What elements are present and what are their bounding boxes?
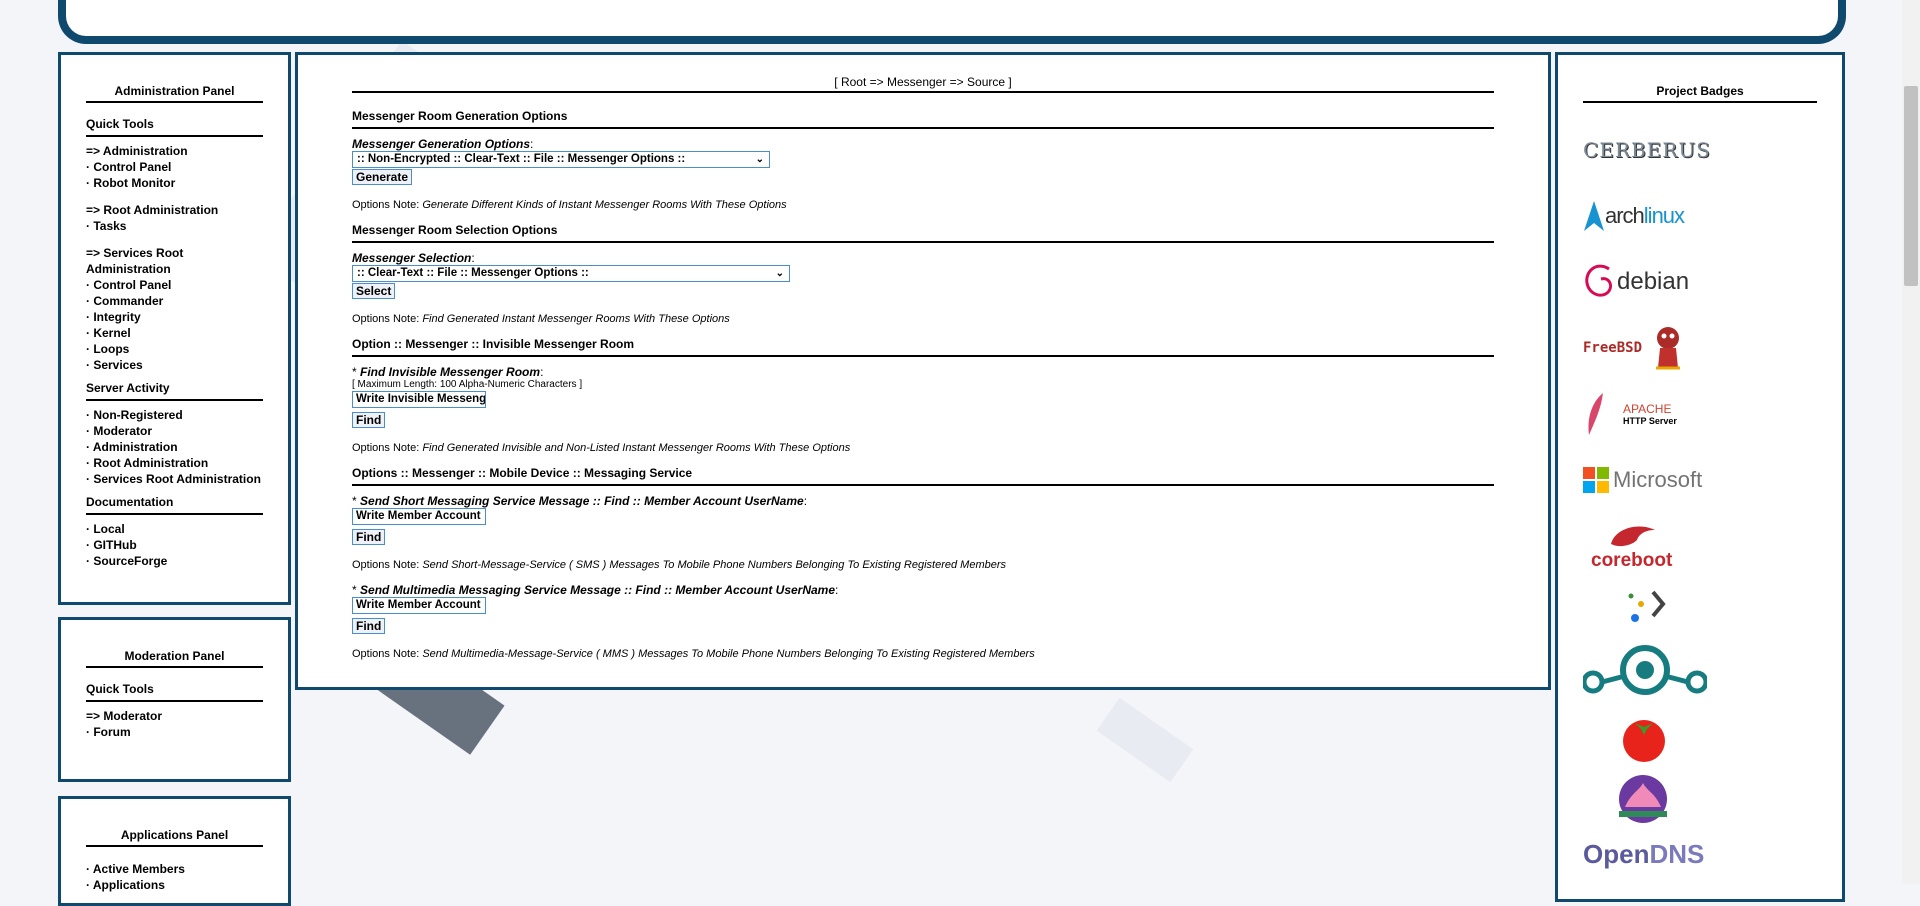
freebsd-daemon-icon — [1656, 327, 1681, 370]
selection-label: Messenger Selection: — [352, 251, 475, 265]
nav-root-administration[interactable]: => Root Administration — [86, 202, 263, 218]
microsoft-squares-icon — [1583, 467, 1609, 493]
nav-moderator[interactable]: => Moderator — [86, 708, 263, 724]
cerberus-logo[interactable]: CERBERUS — [1583, 117, 1817, 183]
mms-username-input[interactable]: Write Member Account — [352, 597, 486, 614]
arch-triangle-icon — [1584, 201, 1604, 231]
prompt-chevron-icon — [1628, 590, 1666, 622]
tomato-logo[interactable] — [1583, 707, 1817, 769]
nav-non-registered[interactable]: · Non-Registered — [86, 407, 263, 423]
selection-select[interactable]: :: Clear-Text :: File :: Messenger Optio… — [352, 265, 790, 282]
nav-loops[interactable]: · Loops — [86, 341, 263, 357]
apache-feather-icon — [1588, 393, 1603, 435]
chevron-down-icon: ⌄ — [755, 154, 764, 165]
administration-panel: Administration Panel Quick Tools => Admi… — [58, 52, 291, 605]
sms-note: Options Note: Send Short-Message-Service… — [352, 559, 1007, 571]
generation-select[interactable]: :: Non-Encrypted :: Clear-Text :: File :… — [352, 151, 770, 168]
selection-note: Options Note: Find Generated Instant Mes… — [352, 313, 730, 325]
panel-title: Project Badges — [1583, 84, 1817, 103]
panel-title: Applications Panel — [86, 828, 263, 847]
archlinux-logo[interactable]: arch linux — [1583, 183, 1817, 249]
site-banner — [58, 0, 1846, 44]
invisible-hint: [ Maximum Length: 100 Alpha-Numeric Char… — [352, 379, 583, 390]
scrollbar-thumb[interactable] — [1904, 86, 1918, 286]
selection-heading: Messenger Room Selection Options — [352, 223, 1494, 243]
nav-active-members[interactable]: · Active Members — [86, 861, 263, 877]
invisible-note: Options Note: Find Generated Invisible a… — [352, 442, 851, 454]
nav-services-control-panel[interactable]: · Control Panel — [86, 277, 263, 293]
coreboot-logo[interactable]: coreboot — [1583, 513, 1817, 579]
nav-services[interactable]: · Services — [86, 357, 263, 373]
generation-note: Options Note: Generate Different Kinds o… — [352, 199, 787, 211]
lineage-rings-icon — [1583, 645, 1707, 695]
generate-button[interactable]: Generate — [352, 169, 413, 185]
section-heading-quick-tools: Quick Tools — [86, 117, 263, 137]
nav-sourceforge[interactable]: · SourceForge — [86, 553, 263, 569]
section-heading-server-activity: Server Activity — [86, 381, 263, 401]
section-heading-documentation: Documentation — [86, 495, 263, 515]
find-sms-button[interactable]: Find — [352, 529, 386, 545]
chevron-down-icon: ⌄ — [775, 268, 784, 279]
nav-services-root-administration[interactable]: => Services Root Administration — [86, 245, 263, 277]
select-button[interactable]: Select — [352, 283, 396, 299]
invisible-label: * Find Invisible Messenger Room: — [352, 365, 544, 379]
lotus-logo[interactable] — [1583, 769, 1817, 831]
nav-local[interactable]: · Local — [86, 521, 263, 537]
background-shard — [1096, 697, 1194, 783]
opendns-logo[interactable]: Open DNS — [1583, 831, 1817, 877]
mms-note: Options Note: Send Multimedia-Message-Se… — [352, 648, 1035, 660]
nav-github[interactable]: · GITHub — [86, 537, 263, 553]
prompt-logo[interactable] — [1583, 579, 1817, 635]
apache-logo[interactable]: APACHE HTTP Server — [1583, 381, 1817, 447]
nav-control-panel[interactable]: · Control Panel — [86, 159, 263, 175]
nav-integrity[interactable]: · Integrity — [86, 309, 263, 325]
moderation-panel: Moderation Panel Quick Tools => Moderato… — [58, 617, 291, 782]
sms-label: * Send Short Messaging Service Message :… — [352, 494, 808, 508]
coreboot-hare-icon — [1611, 526, 1655, 547]
mobile-heading: Options :: Messenger :: Mobile Device ::… — [352, 466, 1494, 486]
section-heading-quick-tools: Quick Tools — [86, 682, 263, 702]
nav-applications[interactable]: · Applications — [86, 877, 263, 893]
nav-administration[interactable]: => Administration — [86, 143, 263, 159]
nav-moderator[interactable]: · Moderator — [86, 423, 263, 439]
generation-heading: Messenger Room Generation Options — [352, 109, 1494, 129]
nav-robot-monitor[interactable]: · Robot Monitor — [86, 175, 263, 191]
panel-title: Moderation Panel — [86, 649, 263, 668]
freebsd-logo[interactable]: FreeBSD — [1583, 315, 1817, 381]
nav-activity-administration[interactable]: · Administration — [86, 439, 263, 455]
debian-swirl-icon — [1585, 264, 1613, 297]
nav-forum[interactable]: · Forum — [86, 724, 263, 740]
nav-tasks[interactable]: · Tasks — [86, 218, 263, 234]
nav-activity-root-administration[interactable]: · Root Administration — [86, 455, 263, 471]
sms-username-input[interactable]: Write Member Account — [352, 508, 486, 525]
generation-label: Messenger Generation Options: — [352, 137, 534, 151]
applications-panel: Applications Panel · Active Members · Ap… — [58, 796, 291, 906]
panel-title: Administration Panel — [86, 84, 263, 103]
find-mms-button[interactable]: Find — [352, 618, 386, 634]
mms-label: * Send Multimedia Messaging Service Mess… — [352, 583, 839, 597]
lineageos-logo[interactable] — [1583, 635, 1817, 707]
microsoft-logo[interactable]: Microsoft — [1583, 447, 1817, 513]
breadcrumb: [ Root => Messenger => Source ] — [352, 75, 1494, 93]
main-content-panel: [ Root => Messenger => Source ] Messenge… — [295, 52, 1551, 690]
project-badges-panel: Project Badges CERBERUS arch linux debian… — [1555, 52, 1845, 902]
nav-activity-services-root-administration[interactable]: · Services Root Administration — [86, 471, 263, 487]
invisible-heading: Option :: Messenger :: Invisible Messeng… — [352, 337, 1494, 357]
nav-commander[interactable]: · Commander — [86, 293, 263, 309]
find-invisible-button[interactable]: Find — [352, 412, 386, 428]
nav-kernel[interactable]: · Kernel — [86, 325, 263, 341]
tomato-icon — [1623, 720, 1665, 762]
debian-logo[interactable]: debian — [1583, 249, 1817, 315]
lotus-icon — [1619, 775, 1667, 823]
invisible-room-input[interactable]: Write Invisible Messenger Room — [352, 391, 486, 408]
